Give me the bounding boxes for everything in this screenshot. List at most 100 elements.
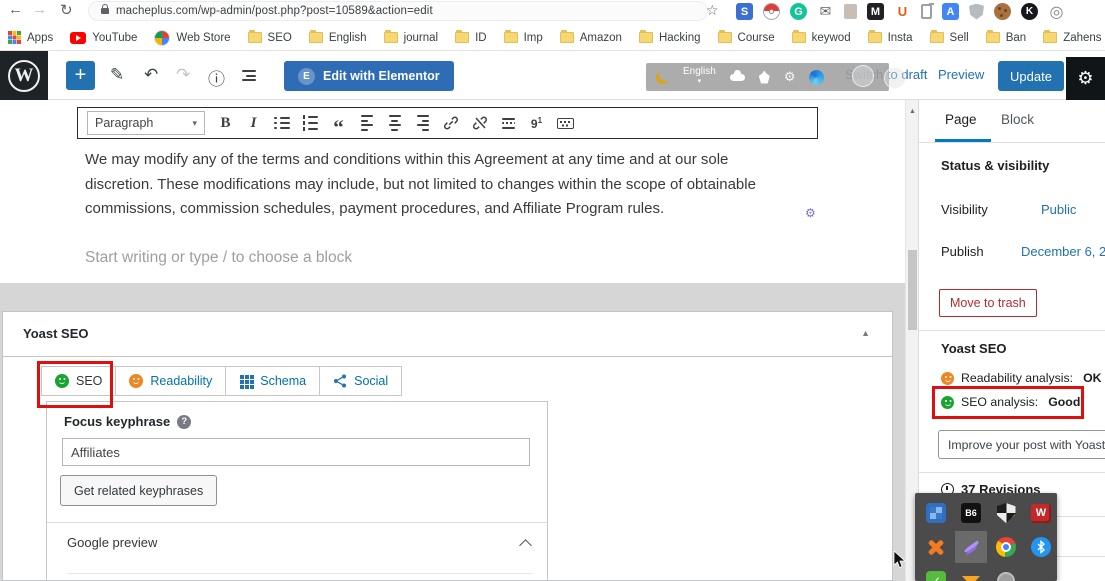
bullet-list-icon[interactable]: [274, 114, 290, 132]
chevron-up-icon[interactable]: [519, 539, 532, 552]
insert-link-icon[interactable]: [443, 114, 459, 132]
ext-battery-icon[interactable]: [921, 4, 932, 19]
undo-icon[interactable]: ↶: [144, 65, 158, 85]
list-view-icon[interactable]: [242, 70, 256, 81]
bookmark-seo[interactable]: SEO: [248, 32, 292, 44]
paragraph-block[interactable]: We may modify any of the terms and condi…: [85, 148, 799, 222]
tray-green-check-icon[interactable]: ✓: [925, 570, 947, 581]
tab-block[interactable]: Block: [1001, 112, 1034, 127]
details-info-icon[interactable]: ⓘ: [208, 65, 225, 90]
ext-target-icon[interactable]: ◎: [1048, 3, 1065, 20]
language-selector[interactable]: English ▾: [683, 67, 716, 87]
align-left-icon[interactable]: [359, 114, 374, 132]
settings-gear-button[interactable]: ⚙: [1066, 57, 1105, 100]
ext-cookie-icon[interactable]: [994, 3, 1011, 20]
tray-bluetooth-icon[interactable]: [1030, 536, 1052, 558]
scroll-up-icon[interactable]: ▲: [909, 108, 916, 115]
ext-k-icon[interactable]: K: [1021, 3, 1038, 20]
status-visibility-title[interactable]: Status & visibility: [941, 158, 1049, 173]
get-related-keyphrases-button[interactable]: Get related keyphrases: [60, 475, 217, 506]
forward-icon[interactable]: →: [32, 1, 47, 18]
ext-pin-icon[interactable]: [844, 4, 857, 19]
paragraph-style-select[interactable]: Paragraph ▾: [87, 111, 205, 135]
bold-icon[interactable]: B: [218, 114, 233, 132]
ext-pokeball-icon[interactable]: [763, 3, 780, 20]
visibility-value-link[interactable]: Public: [1041, 202, 1076, 217]
special-character-icon[interactable]: 91: [529, 114, 544, 132]
tray-chrome-icon[interactable]: [995, 536, 1017, 558]
bookmark-imp[interactable]: Imp: [504, 32, 543, 44]
tab-social[interactable]: Social: [319, 366, 402, 396]
edit-mode-pencil-icon[interactable]: ✎: [110, 65, 124, 85]
overlay-circle-button-2[interactable]: [884, 67, 906, 89]
numbered-list-icon[interactable]: [303, 114, 319, 132]
tab-seo[interactable]: SEO: [41, 366, 116, 396]
bookmark-keywod[interactable]: keywod: [792, 32, 851, 44]
collapse-triangle-icon[interactable]: ▲: [861, 328, 870, 338]
bookmark-web-store[interactable]: Web Store: [154, 30, 230, 46]
seo-analysis-row[interactable]: SEO analysis: Good: [941, 395, 1080, 409]
update-button[interactable]: Update: [998, 61, 1064, 91]
wordpress-logo[interactable]: W: [0, 51, 48, 100]
ext-shield-icon[interactable]: [969, 4, 984, 20]
move-to-trash-button[interactable]: Move to trash: [939, 289, 1037, 317]
cloud-icon[interactable]: [730, 74, 745, 81]
capture-tool-icon[interactable]: [759, 71, 770, 84]
tray-defender-icon[interactable]: [995, 502, 1017, 524]
bookmark-hacking[interactable]: Hacking: [639, 32, 701, 44]
bookmark-sell[interactable]: Sell: [930, 32, 969, 44]
tray-feather-icon[interactable]: [960, 536, 982, 558]
overlay-gear-icon[interactable]: ⚙: [784, 69, 796, 85]
bookmark-ban[interactable]: Ban: [986, 32, 1026, 44]
tray-gray-circle-icon[interactable]: [995, 570, 1017, 581]
ext-m-icon[interactable]: M: [867, 3, 884, 20]
ext-s-icon[interactable]: S: [736, 3, 753, 20]
redo-icon[interactable]: ↷: [176, 65, 190, 85]
address-bar[interactable]: macheplus.com/wp-admin/post.php?post=105…: [88, 1, 708, 21]
keyboard-icon[interactable]: [557, 114, 574, 132]
inline-settings-gear-icon[interactable]: ⚙: [805, 206, 816, 220]
bookmark-star-icon[interactable]: ☆: [706, 2, 719, 19]
new-block-placeholder[interactable]: Start writing or type / to choose a bloc…: [85, 249, 352, 267]
yoast-sidebar-title[interactable]: Yoast SEO: [941, 341, 1007, 356]
ext-translate-icon[interactable]: A: [942, 3, 959, 20]
improve-post-button[interactable]: Improve your post with Yoast S: [938, 430, 1105, 459]
tray-app-grid-blue-icon[interactable]: [925, 502, 947, 524]
bookmark-journal[interactable]: journal: [384, 32, 439, 44]
ext-mail-icon[interactable]: ✉: [817, 3, 834, 20]
read-more-icon[interactable]: [501, 114, 516, 132]
tray-avast-icon[interactable]: [925, 536, 947, 558]
tab-readability[interactable]: Readability: [115, 366, 226, 396]
bookmark-amazon[interactable]: Amazon: [560, 32, 622, 44]
tray-winrar-icon[interactable]: W: [1030, 502, 1052, 524]
edit-with-elementor-button[interactable]: E Edit with Elementor: [284, 61, 454, 91]
blockquote-icon[interactable]: “: [331, 114, 346, 132]
bookmark-course[interactable]: Course: [718, 32, 775, 44]
bookmark-apps[interactable]: Apps: [8, 31, 53, 44]
tab-schema[interactable]: Schema: [225, 366, 320, 396]
bookmark-zahens-seo[interactable]: Zahens seo: [1043, 32, 1105, 44]
yoast-metabox-header[interactable]: Yoast SEO ▲: [3, 312, 892, 357]
bookmark-youtube[interactable]: YouTube: [70, 32, 137, 44]
bookmark-id[interactable]: ID: [455, 32, 487, 44]
tray-app-b6-icon[interactable]: B6: [960, 502, 982, 524]
ext-grammarly-icon[interactable]: G: [790, 3, 807, 20]
refresh-icon[interactable]: ↻: [60, 1, 73, 19]
bookmark-insta[interactable]: Insta: [868, 32, 913, 44]
bookmark-english[interactable]: English: [309, 32, 367, 44]
add-block-button[interactable]: +: [66, 61, 95, 90]
focus-keyphrase-input[interactable]: [62, 438, 530, 466]
overlay-circle-button[interactable]: [852, 65, 874, 87]
remove-link-icon[interactable]: [472, 114, 488, 132]
browser-share-icon[interactable]: [809, 70, 824, 85]
tray-funnel-icon[interactable]: [960, 570, 982, 581]
preview-link[interactable]: Preview: [938, 67, 984, 82]
help-icon[interactable]: ?: [177, 415, 191, 429]
scrollbar-thumb[interactable]: [908, 250, 917, 330]
publish-date-link[interactable]: December 6, 2020: [1021, 244, 1105, 259]
ext-u-icon[interactable]: U: [894, 3, 911, 20]
back-icon[interactable]: ←: [8, 1, 23, 18]
capture-logo-icon[interactable]: [656, 71, 669, 84]
readability-analysis-row[interactable]: Readability analysis: OK: [941, 371, 1102, 385]
align-center-icon[interactable]: [387, 114, 402, 132]
